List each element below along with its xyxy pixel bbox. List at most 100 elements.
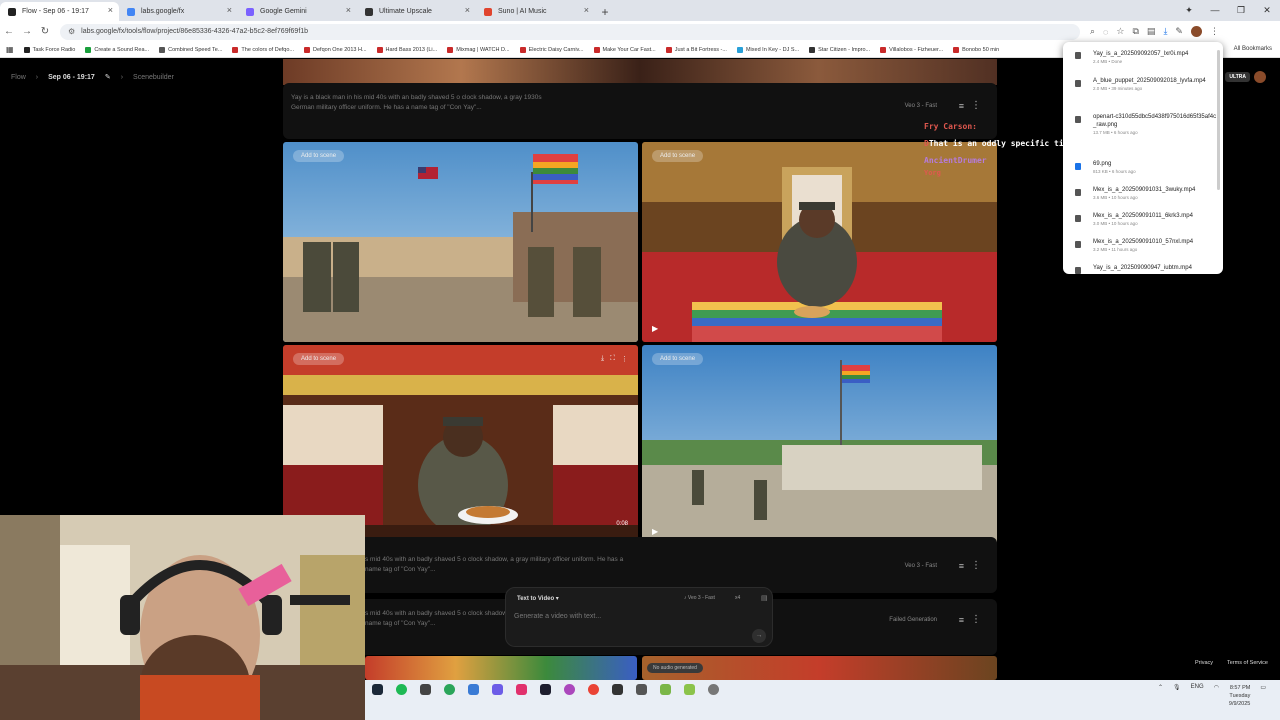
- tune-icon[interactable]: ≡: [959, 101, 964, 111]
- bookmark-item[interactable]: Create a Sound Rea...: [85, 46, 149, 53]
- extensions-icon[interactable]: ⧉: [1132, 26, 1138, 37]
- new-tab-button[interactable]: +: [595, 2, 615, 21]
- app-icon[interactable]: [564, 684, 575, 695]
- download-icon[interactable]: ⤓: [1163, 26, 1167, 37]
- bookmark-item[interactable]: Mixed In Key - DJ S...: [736, 46, 799, 53]
- tab-flow[interactable]: Flow - Sep 06 - 19:17 ×: [0, 2, 119, 21]
- maximize-icon[interactable]: ❐: [1228, 0, 1254, 20]
- more-vert-icon[interactable]: ⋮: [621, 355, 628, 363]
- gemini-sparkle-icon[interactable]: ✦: [1176, 0, 1202, 20]
- bookmark-item[interactable]: Electric Daisy Carniv...: [519, 46, 584, 53]
- app-icon[interactable]: [636, 684, 647, 695]
- apps-grid-icon[interactable]: ▦: [6, 45, 14, 54]
- tab-gemini[interactable]: Google Gemini ×: [238, 2, 357, 21]
- clock[interactable]: 8:57 PM Tuesday 9/9/2025: [1229, 684, 1250, 708]
- download-item[interactable]: Mex_is_a_202509091011_6krk3.mp4 3.0 MB • …: [1063, 207, 1223, 233]
- download-item[interactable]: Yay_is_a_202509090947_iubtm.mp4: [1063, 259, 1223, 274]
- edge-icon[interactable]: [444, 684, 455, 695]
- reload-icon[interactable]: ↻: [36, 26, 54, 37]
- app-icon[interactable]: [540, 684, 551, 695]
- chevron-up-icon[interactable]: ⌃: [1158, 684, 1163, 691]
- bookmark-item[interactable]: Just a Bit Fortress -...: [665, 46, 727, 53]
- more-vert-icon[interactable]: ⋮: [971, 560, 981, 571]
- tab-suno[interactable]: Suno | AI Music ×: [476, 2, 595, 21]
- profile-avatar[interactable]: [1190, 26, 1202, 37]
- fullscreen-icon[interactable]: ⛶: [610, 355, 615, 363]
- add-to-scene-button[interactable]: Add to scene: [652, 353, 704, 365]
- close-tab-icon[interactable]: ×: [584, 5, 589, 15]
- bookmark-item[interactable]: Hard Bass 2013 (Li...: [376, 46, 437, 53]
- scrollbar[interactable]: [1217, 50, 1220, 190]
- edit-icon[interactable]: ✎: [1175, 26, 1183, 37]
- output-count[interactable]: x4: [735, 595, 740, 601]
- add-to-scene-button[interactable]: Add to scene: [293, 353, 345, 365]
- project-title[interactable]: Sep 06 - 19:17: [48, 74, 95, 81]
- edit-pencil-icon[interactable]: ✎: [105, 73, 111, 81]
- avatar[interactable]: [1254, 71, 1266, 83]
- download-item[interactable]: Mex_is_a_202509091031_3wuky.mp4 3.6 MB • …: [1063, 181, 1223, 207]
- privacy-link[interactable]: Privacy: [1195, 660, 1213, 666]
- download-item[interactable]: Mex_is_a_202509091010_57nxl.mp4 3.2 MB • …: [1063, 233, 1223, 259]
- bookmark-item[interactable]: Make Your Car Fast...: [593, 46, 656, 53]
- app-icon[interactable]: [660, 684, 671, 695]
- download-item[interactable]: openart-c310d55dbc5d438f975016d65f35af4c…: [1063, 108, 1223, 155]
- play-icon[interactable]: ▶: [652, 527, 658, 536]
- spotify-icon[interactable]: [396, 684, 407, 695]
- bookmark-item[interactable]: The colors of Defqo...: [232, 46, 294, 53]
- prompt-input[interactable]: Generate a video with text...: [514, 613, 601, 620]
- steam-icon[interactable]: [372, 684, 383, 695]
- bookmark-item[interactable]: Combined Speed Te...: [159, 46, 222, 53]
- wifi-icon[interactable]: ◠: [1214, 684, 1219, 691]
- tab-upscale[interactable]: Ultimate Upscale ×: [357, 2, 476, 21]
- terms-link[interactable]: Terms of Service: [1227, 660, 1268, 666]
- close-tab-icon[interactable]: ×: [108, 5, 113, 15]
- star-icon[interactable]: ☆: [1116, 26, 1124, 37]
- download-item[interactable]: A_blue_puppet_202509092018_lyvfa.mp4 2.0 …: [1063, 72, 1223, 108]
- bookmark-item[interactable]: Star Citizen - Impro...: [809, 46, 870, 53]
- app-icon[interactable]: [468, 684, 479, 695]
- app-icon[interactable]: [420, 684, 431, 695]
- app-icon[interactable]: [684, 684, 695, 695]
- more-vert-icon[interactable]: ⋮: [971, 614, 981, 625]
- settings-icon[interactable]: ▤: [761, 594, 768, 602]
- bookmark-item[interactable]: Defqon One 2013 H...: [304, 46, 367, 53]
- mode-dropdown[interactable]: Text to Video ▾: [517, 595, 559, 602]
- app-icon[interactable]: [612, 684, 623, 695]
- bookmark-item[interactable]: Task Force Radio: [23, 46, 75, 53]
- close-tab-icon[interactable]: ×: [346, 5, 351, 15]
- sidepanel-icon[interactable]: ▤: [1147, 26, 1156, 37]
- breadcrumb-page[interactable]: Scenebuilder: [133, 74, 174, 81]
- back-icon[interactable]: ←: [0, 26, 18, 37]
- menu-icon[interactable]: ⋮: [1210, 26, 1219, 37]
- video-tile[interactable]: No audio generated: [365, 656, 637, 680]
- mic-icon[interactable]: 🎙: [1173, 684, 1181, 691]
- url-field[interactable]: ⚙ labs.google/fx/tools/flow/project/86e8…: [60, 23, 1080, 40]
- video-tile[interactable]: Add to scene ▶: [642, 345, 997, 545]
- forward-icon[interactable]: →: [18, 26, 36, 37]
- notification-icon[interactable]: ▭: [1260, 684, 1266, 691]
- eye-off-icon[interactable]: ◌: [1103, 27, 1108, 37]
- close-window-icon[interactable]: ✕: [1254, 0, 1280, 20]
- bookmark-item[interactable]: Mixmag | WATCH D...: [447, 46, 510, 53]
- play-icon[interactable]: ▶: [652, 324, 658, 333]
- download-icon[interactable]: ⤓: [601, 355, 604, 363]
- send-arrow-icon[interactable]: →: [752, 629, 766, 643]
- settings-icon[interactable]: [708, 684, 719, 695]
- add-to-scene-button[interactable]: Add to scene: [652, 150, 704, 162]
- breadcrumb-root[interactable]: Flow: [11, 74, 26, 81]
- site-info-icon[interactable]: ⚙: [68, 27, 75, 36]
- download-item[interactable]: Yay_is_a_202509092057_lxr0i.mp4 2.4 MB • …: [1063, 42, 1223, 72]
- language-indicator[interactable]: ENG: [1191, 684, 1204, 690]
- tab-labs[interactable]: labs.google/fx ×: [119, 2, 238, 21]
- minimize-icon[interactable]: —: [1202, 0, 1228, 20]
- add-to-scene-button[interactable]: Add to scene: [293, 150, 345, 162]
- more-vert-icon[interactable]: ⋮: [971, 100, 981, 111]
- zoom-icon[interactable]: ⌕: [1090, 26, 1095, 37]
- instagram-icon[interactable]: [516, 684, 527, 695]
- bookmark-item[interactable]: Villalobos - Fizheuer...: [880, 46, 943, 53]
- bookmark-item[interactable]: Bonobo 50 min: [953, 46, 999, 53]
- download-item[interactable]: 69.png 813 KB • 6 hours ago: [1063, 155, 1223, 181]
- close-tab-icon[interactable]: ×: [227, 5, 232, 15]
- all-bookmarks-link[interactable]: All Bookmarks: [1234, 46, 1272, 52]
- chrome-icon[interactable]: [588, 684, 599, 695]
